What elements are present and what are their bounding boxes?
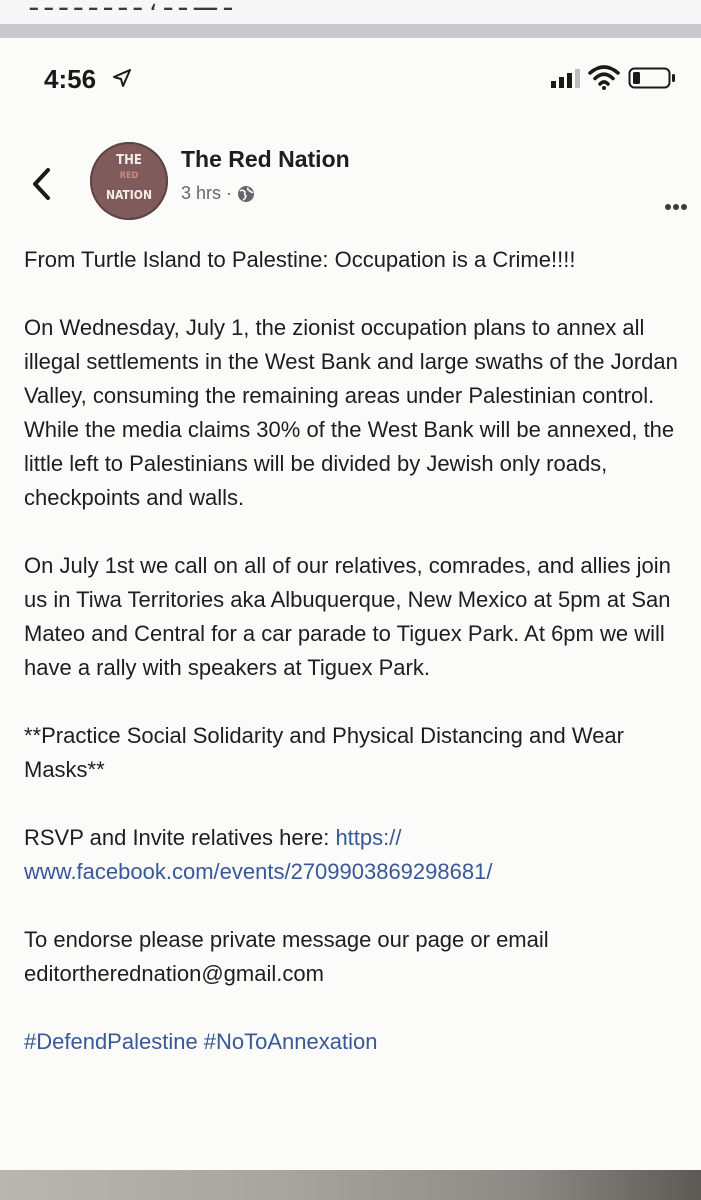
meta-separator: · — [226, 183, 233, 203]
more-dots-icon[interactable] — [664, 203, 688, 211]
post-paragraph: **Practice Social Solidarity and Physica… — [24, 723, 624, 782]
avatar-text-line: NATION — [105, 188, 153, 202]
rsvp-label: RSVP and Invite relatives here: — [24, 825, 336, 850]
battery-icon — [628, 67, 675, 89]
page-name-link[interactable]: The Red Nation — [181, 146, 350, 173]
location-arrow-icon — [113, 69, 131, 87]
post-image-preview[interactable] — [0, 1170, 701, 1200]
screenshot-divider — [0, 24, 701, 38]
wifi-icon — [588, 65, 620, 90]
page-avatar[interactable]: THE RED NATION — [90, 142, 168, 220]
post-body: From Turtle Island to Palestine: Occupat… — [24, 243, 689, 1093]
rsvp-paragraph: RSVP and Invite relatives here: https://… — [24, 821, 689, 889]
post-paragraph: On Wednesday, July 1, the zionist occupa… — [24, 315, 678, 510]
status-bar: 4:56 — [0, 38, 701, 118]
endorse-paragraph: To endorse please private message our pa… — [24, 927, 549, 986]
post-paragraph: On July 1st we call on all of our relati… — [24, 553, 671, 680]
cropped-text: ـ ـــ ـ ـ ، ـ ـ ـ ـ ـ ـ ـ ـ — [30, 0, 232, 16]
post-paragraph: From Turtle Island to Palestine: Occupat… — [24, 247, 576, 272]
avatar-text-line: THE — [116, 153, 142, 168]
post-time[interactable]: 3 hrs — [181, 183, 221, 204]
post-header: THE RED NATION The Red Nation 3 hrs · — [0, 138, 701, 238]
status-time: 4:56 — [44, 64, 97, 94]
cellular-signal-icon — [551, 69, 580, 88]
globe-icon — [238, 185, 255, 202]
chevron-left-icon[interactable] — [28, 166, 58, 202]
avatar-text-line: RED — [119, 171, 139, 181]
cropped-top-strip: ـ ـــ ـ ـ ، ـ ـ ـ ـ ـ ـ ـ ـ — [0, 0, 701, 24]
hashtag-links[interactable]: #DefendPalestine #NoToAnnexation — [24, 1025, 689, 1059]
post-meta: 3 hrs · — [181, 183, 255, 204]
